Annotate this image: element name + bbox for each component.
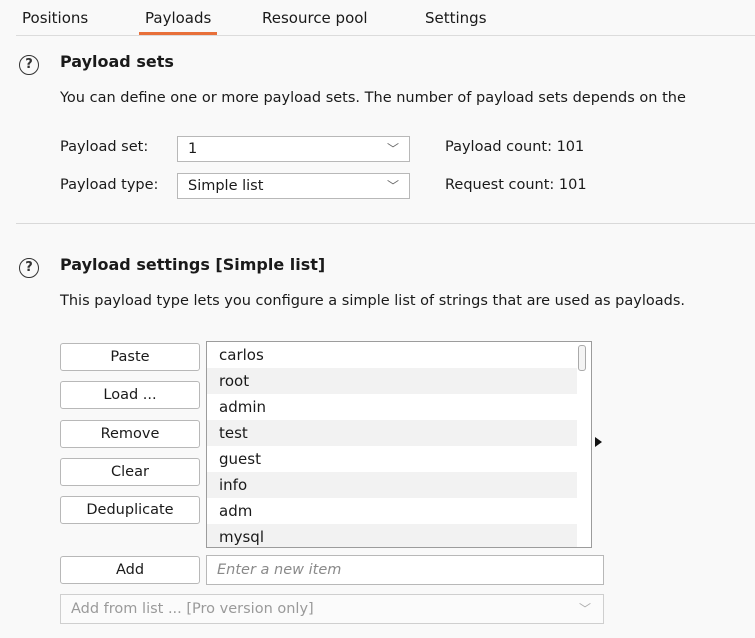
expand-arrow-icon[interactable]: [595, 437, 602, 447]
request-count: Request count: 101: [445, 177, 587, 193]
list-item[interactable]: admin: [207, 394, 577, 420]
list-item[interactable]: guest: [207, 446, 577, 472]
payload-set-label: Payload set:: [60, 139, 149, 155]
payload-type-value: Simple list: [188, 178, 264, 194]
list-item[interactable]: mysql: [207, 524, 577, 547]
tab-resource-pool[interactable]: Resource pool: [262, 6, 368, 30]
add-button[interactable]: Add: [60, 556, 200, 584]
payload-sets-description: You can define one or more payload sets.…: [60, 90, 686, 106]
add-from-list-select: Add from list ... [Pro version only] ﹀: [60, 594, 604, 624]
payload-settings-title: Payload settings [Simple list]: [60, 255, 326, 274]
list-scrollbar[interactable]: [578, 345, 586, 371]
payload-settings-description: This payload type lets you configure a s…: [60, 293, 686, 309]
tab-divider: [16, 35, 755, 36]
help-icon[interactable]: ?: [19, 258, 39, 278]
list-item[interactable]: info: [207, 472, 577, 498]
list-item[interactable]: test: [207, 420, 577, 446]
payload-set-value: 1: [188, 141, 198, 157]
help-icon[interactable]: ?: [19, 55, 39, 75]
remove-button[interactable]: Remove: [60, 420, 200, 448]
tab-settings[interactable]: Settings: [425, 6, 487, 30]
request-count-value: 101: [558, 177, 587, 193]
paste-button[interactable]: Paste: [60, 343, 200, 371]
chevron-down-icon: ﹀: [578, 602, 591, 616]
chevron-down-icon: ﹀: [386, 179, 399, 193]
payload-type-label: Payload type:: [60, 177, 159, 193]
payload-list[interactable]: carlos root admin test guest info adm my…: [206, 341, 592, 548]
payload-count-label: Payload count:: [445, 139, 552, 155]
new-item-input[interactable]: [206, 555, 604, 585]
list-item[interactable]: adm: [207, 498, 577, 524]
tab-bar: Positions Payloads Resource pool Setting…: [0, 0, 755, 36]
section-divider: [16, 223, 755, 224]
chevron-down-icon: ﹀: [386, 142, 399, 156]
tab-positions[interactable]: Positions: [22, 6, 88, 30]
payload-type-select[interactable]: Simple list ﹀: [177, 173, 410, 199]
load-button[interactable]: Load ...: [60, 381, 200, 409]
request-count-label: Request count:: [445, 177, 555, 193]
list-item[interactable]: root: [207, 368, 577, 394]
tab-payloads[interactable]: Payloads: [138, 6, 218, 35]
add-from-list-label: Add from list ... [Pro version only]: [71, 601, 314, 617]
list-item[interactable]: carlos: [207, 342, 577, 368]
payload-set-select[interactable]: 1 ﹀: [177, 136, 410, 162]
clear-button[interactable]: Clear: [60, 458, 200, 486]
payload-count-value: 101: [556, 139, 585, 155]
payload-sets-title: Payload sets: [60, 52, 174, 71]
payload-count: Payload count: 101: [445, 139, 584, 155]
deduplicate-button[interactable]: Deduplicate: [60, 496, 200, 524]
